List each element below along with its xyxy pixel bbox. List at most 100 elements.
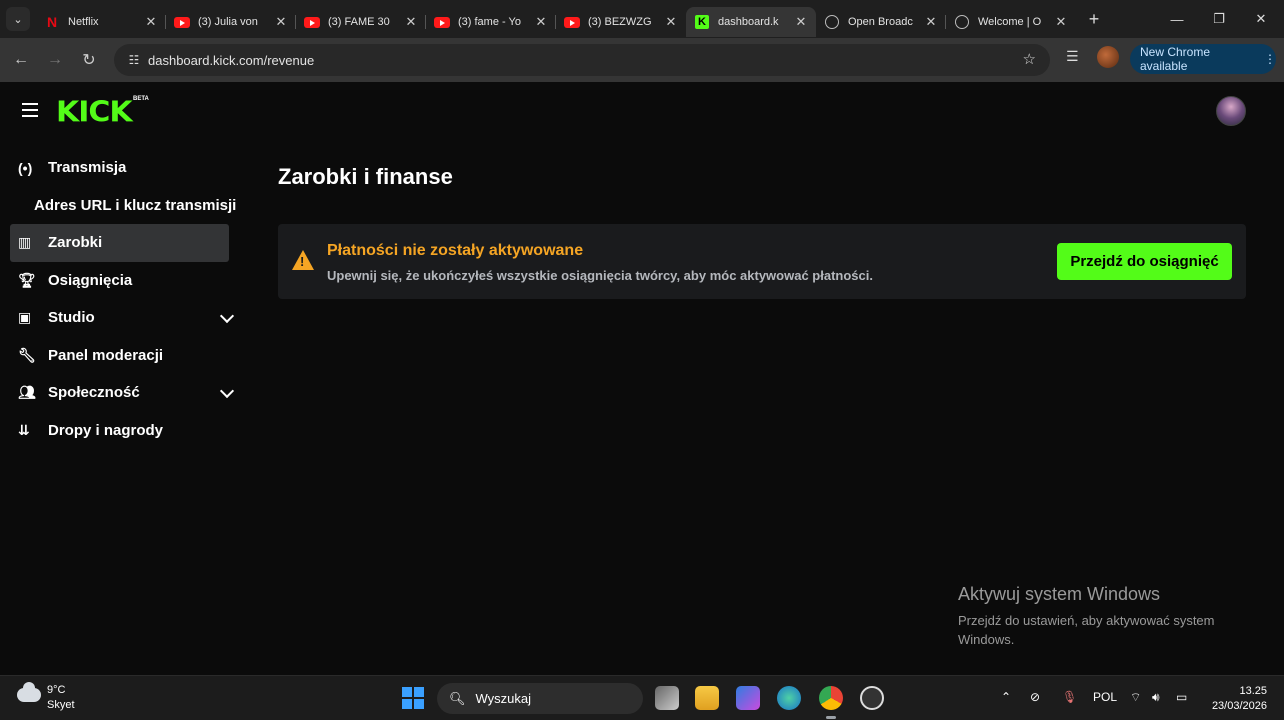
alert-description: Upewnij się, że ukończyłeś wszystkie osi…	[327, 268, 873, 283]
sidebar-item-label: Adres URL i klucz transmisji	[34, 196, 237, 214]
edge-icon[interactable]	[777, 686, 801, 710]
beta-badge: BETA	[133, 96, 149, 102]
browser-toolbar: ← → ↻ ☷ dashboard.kick.com/revenue ☆ ☰ N…	[0, 38, 1284, 82]
close-tab-icon[interactable]: ✕	[144, 14, 158, 30]
youtube-icon	[434, 14, 450, 30]
search-icon: 🔍︎	[449, 690, 466, 706]
sidebar-nav: (•) Transmisja Adres URL i klucz transmi…	[10, 149, 240, 449]
address-bar[interactable]: ☷ dashboard.kick.com/revenue ☆	[114, 44, 1050, 76]
alert-title: Płatności nie zostały aktywowane	[327, 242, 584, 259]
task-view-icon[interactable]	[655, 686, 679, 710]
more-menu-icon: ⋮	[1264, 52, 1276, 66]
sidebar-item-label: Zarobki	[48, 234, 103, 252]
close-tab-icon[interactable]: ✕	[1054, 14, 1068, 30]
browser-tab[interactable]: Open Broadc ✕	[816, 7, 946, 37]
chevron-down-icon: ⌄	[13, 13, 23, 26]
file-explorer-icon[interactable]	[695, 686, 719, 710]
browser-tab-active[interactable]: K dashboard.k ✕	[686, 7, 816, 37]
browser-tab[interactable]: (3) Julia von ✕	[166, 7, 296, 37]
tab-title: Netflix	[68, 16, 99, 28]
tab-title: (3) fame - Yo	[458, 16, 521, 28]
battery-icon[interactable]: ▭	[1176, 690, 1187, 704]
close-tab-icon[interactable]: ✕	[534, 14, 548, 30]
clock-date: 23/03/2026	[1211, 700, 1267, 712]
close-tab-icon[interactable]: ✕	[404, 14, 418, 30]
reload-button[interactable]: ↻	[72, 50, 106, 70]
weather-description[interactable]: Skyet	[47, 699, 75, 711]
site-settings-icon[interactable]: ☷	[120, 53, 148, 67]
windows-taskbar: 9°C Skyet 🔍︎ Wyszukaj ⌃ ⊘ 🎙︎ POL ⌔ 🔊︎ ▭ …	[0, 675, 1284, 720]
hamburger-menu-icon[interactable]	[22, 103, 38, 121]
tab-title: Open Broadc	[848, 16, 913, 28]
browser-tab[interactable]: (3) BEZWZG ✕	[556, 7, 686, 37]
microphone-icon[interactable]: 🎙︎	[1062, 690, 1077, 704]
browser-tab-strip: ⌄ N Netflix ✕ (3) Julia von ✕ (3) FAME 3…	[0, 0, 1284, 38]
store-icon[interactable]	[736, 686, 760, 710]
browser-tab[interactable]: (3) FAME 30 ✕	[296, 7, 426, 37]
browser-tab[interactable]: Welcome | O ✕	[946, 7, 1076, 37]
chrome-update-label: New Chrome available	[1140, 45, 1211, 73]
reading-list-icon[interactable]: ☰	[1066, 48, 1079, 65]
go-to-achievements-button[interactable]: Przejdź do osiągnięć	[1057, 243, 1232, 280]
close-tab-icon[interactable]: ✕	[274, 14, 288, 30]
profile-avatar[interactable]	[1097, 46, 1119, 68]
minimize-button[interactable]: —	[1156, 0, 1198, 38]
sidebar-item-studio[interactable]: ▣ Studio	[10, 299, 240, 337]
payments-alert: Płatności nie zostały aktywowane Upewnij…	[278, 224, 1246, 299]
close-window-button[interactable]: ✕	[1240, 0, 1282, 38]
bookmark-star-icon[interactable]: ☆	[1023, 50, 1036, 68]
sidebar-item-spolecznosc[interactable]: 👥︎ Społeczność	[10, 374, 240, 412]
weather-temperature[interactable]: 9°C	[47, 684, 65, 696]
netflix-icon: N	[46, 14, 58, 30]
system-clock[interactable]: 13.25 23/03/2026	[1205, 684, 1267, 714]
maximize-button[interactable]: ❐	[1198, 0, 1240, 38]
sidebar-item-label: Studio	[48, 309, 95, 327]
tab-title: dashboard.k	[718, 16, 779, 28]
tab-title: (3) FAME 30	[328, 16, 390, 28]
kick-logo[interactable]: KICK	[56, 96, 133, 129]
obs-icon[interactable]	[860, 686, 884, 710]
close-tab-icon[interactable]: ✕	[924, 14, 938, 30]
browser-tab[interactable]: (3) fame - Yo ✕	[426, 7, 556, 37]
sidebar-item-zarobki[interactable]: ▥ Zarobki	[10, 224, 229, 262]
start-button[interactable]	[402, 687, 424, 709]
back-button[interactable]: ←	[4, 51, 38, 69]
globe-icon	[954, 14, 970, 30]
taskbar-search[interactable]: 🔍︎ Wyszukaj	[437, 683, 643, 714]
tab-title: (3) BEZWZG	[588, 16, 652, 28]
youtube-icon	[304, 14, 320, 30]
drops-icon: ⇊	[18, 421, 30, 438]
warning-icon	[292, 250, 314, 270]
sidebar-item-dropy[interactable]: ⇊ Dropy i nagrody	[10, 412, 240, 450]
youtube-icon	[564, 14, 580, 30]
sidebar-item-label: Panel moderacji	[48, 346, 164, 364]
sidebar-item-osiagniecia[interactable]: 🏆︎ Osiągnięcia	[10, 262, 240, 300]
chevron-down-icon[interactable]	[219, 308, 235, 324]
sidebar-item-stream-url-key[interactable]: Adres URL i klucz transmisji	[10, 187, 240, 225]
kick-dashboard: KICK BETA (•) Transmisja Adres URL i klu…	[0, 82, 1284, 675]
chevron-down-icon[interactable]	[219, 383, 235, 399]
new-tab-button[interactable]: +	[1082, 9, 1106, 30]
user-avatar[interactable]	[1216, 96, 1246, 126]
youtube-icon	[174, 14, 190, 30]
browser-tab[interactable]: N Netflix ✕	[36, 7, 166, 37]
chrome-update-button[interactable]: New Chrome available ⋮	[1130, 44, 1276, 74]
chart-icon: ▥	[18, 234, 32, 251]
network-off-icon[interactable]: ⊘	[1030, 690, 1040, 704]
close-tab-icon[interactable]: ✕	[664, 14, 678, 30]
tab-title: Welcome | O	[978, 16, 1042, 28]
sidebar-item-label: Dropy i nagrody	[48, 421, 164, 439]
url-text: dashboard.kick.com/revenue	[148, 52, 315, 68]
sidebar-item-label: Transmisja	[48, 159, 127, 177]
sidebar-item-panel-moderacji[interactable]: 🔧︎ Panel moderacji	[10, 337, 240, 375]
language-indicator[interactable]: POL	[1093, 690, 1117, 704]
close-tab-icon[interactable]: ✕	[794, 14, 808, 30]
tab-search-button[interactable]: ⌄	[6, 7, 30, 31]
sidebar-item-transmisja[interactable]: (•) Transmisja	[10, 149, 240, 187]
forward-button[interactable]: →	[38, 51, 72, 69]
chevron-up-icon[interactable]: ⌃	[1001, 690, 1011, 704]
volume-icon[interactable]: 🔊︎	[1152, 690, 1160, 705]
wifi-icon[interactable]: ⌔	[1130, 690, 1141, 705]
cloud-icon[interactable]	[17, 682, 41, 702]
chrome-icon[interactable]	[819, 686, 843, 719]
